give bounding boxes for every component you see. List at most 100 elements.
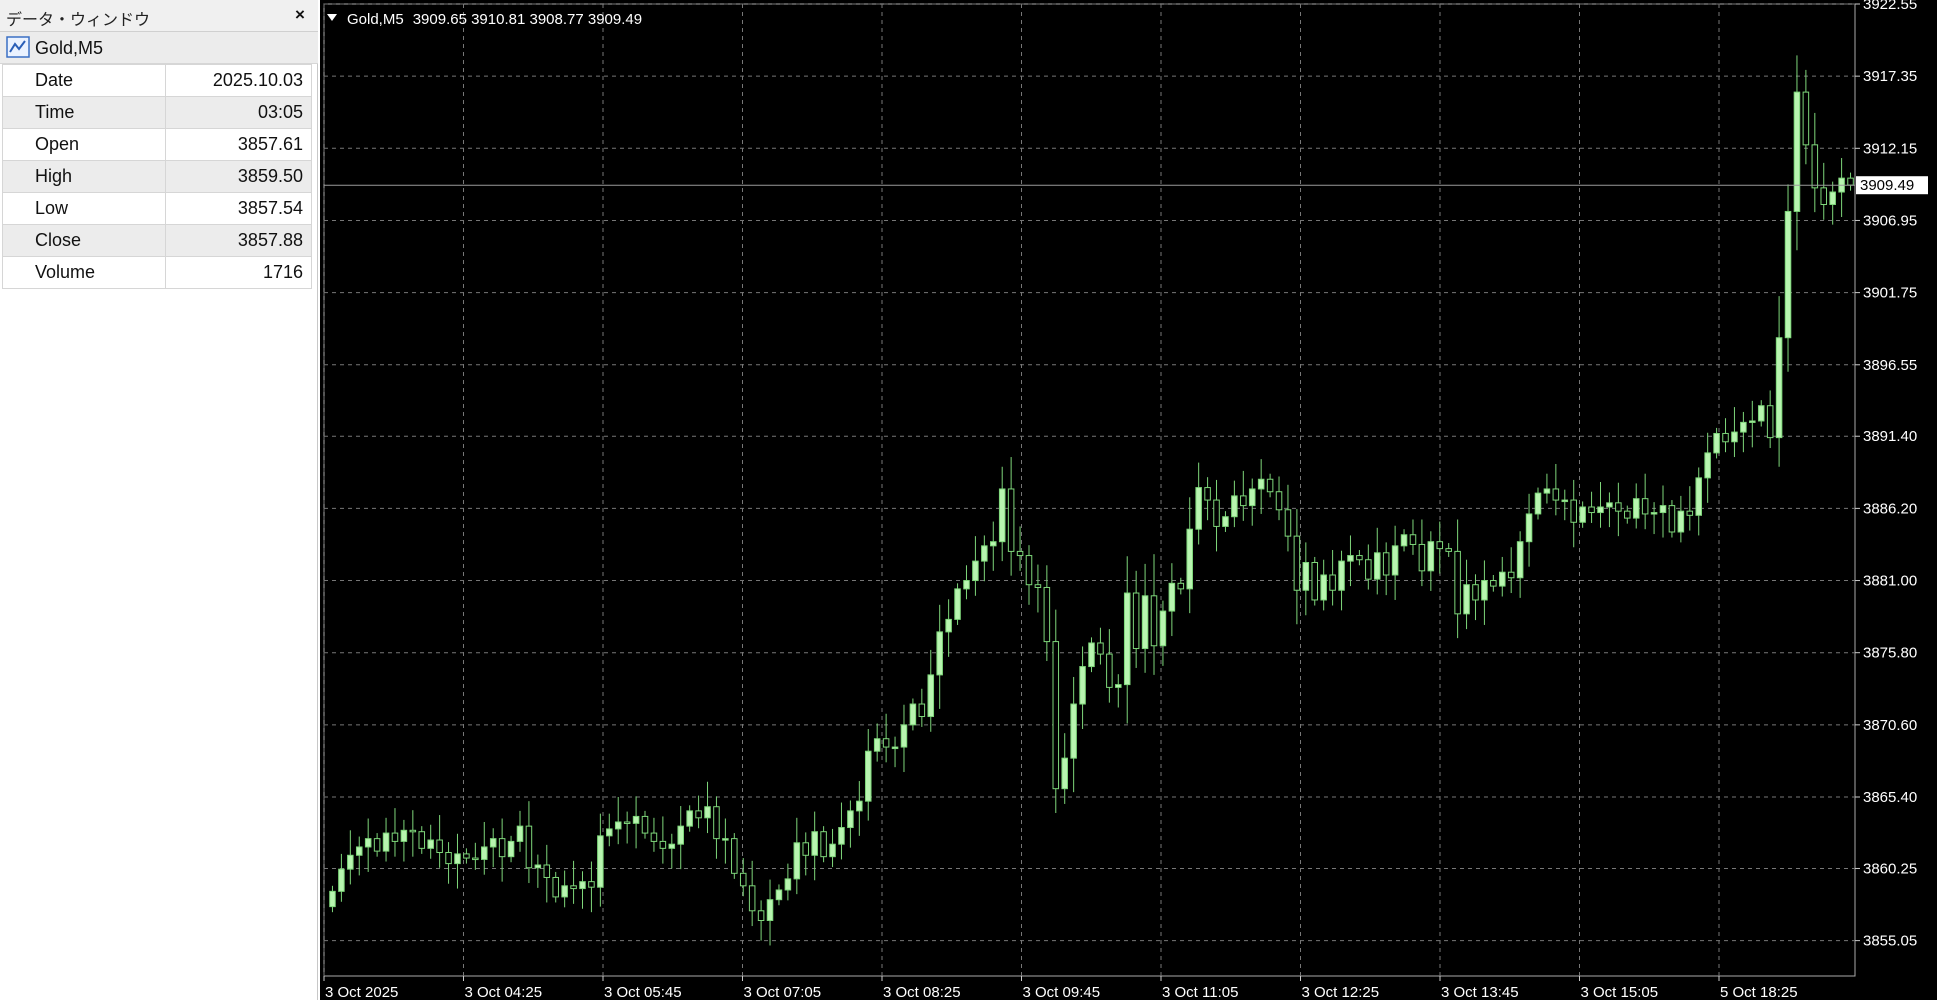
bear-candle-body [498,838,506,858]
bear-candle-body [1284,509,1292,537]
bear-candle-body [436,839,443,854]
bear-candle-body [918,703,926,718]
bear-candle-body [1686,510,1694,516]
bull-candle-body [775,889,783,901]
bull-candle-body [838,827,845,845]
table-row: Low 3857.54 [1,192,312,225]
bull-candle-body [909,703,917,726]
table-row: High 3859.50 [1,160,312,193]
bull-candle-body [981,545,988,562]
bear-candle-body [1507,571,1515,579]
bull-candle-body [507,840,515,858]
bear-candle-body [1668,505,1676,533]
row-label: Date [1,64,167,97]
bear-candle-body [713,806,720,840]
bear-candle-body [1275,491,1283,511]
bull-candle-body [1088,642,1095,668]
bull-candle-body [1713,432,1720,454]
bull-candle-body [811,831,818,856]
bull-candle-body [998,488,1006,543]
row-value: 03:05 [165,96,312,129]
bear-candle-body [1811,144,1819,189]
bull-candle-body [400,829,408,842]
x-tick-label: 3 Oct 15:05 [1581,984,1659,1000]
bull-candle-body [1070,703,1077,759]
bull-candle-body [614,821,622,830]
bull-candle-body [1463,584,1470,615]
row-label: High [1,160,167,193]
bull-candle-body [516,825,524,842]
bull-candle-body [1525,513,1533,543]
chart-icon [6,36,30,58]
bear-candle-body [1490,580,1497,587]
row-label: Low [1,192,167,225]
bear-candle-body [1382,552,1390,576]
bull-candle-body [1373,552,1381,580]
bull-candle-body [561,885,568,898]
bull-candle-body [1579,506,1586,523]
y-tick-label: 3891.40 [1863,428,1917,445]
bear-candle-body [373,838,381,852]
row-label: Close [1,224,167,257]
bull-candle-body [1427,541,1435,572]
bull-candle-body [1704,452,1711,479]
bull-candle-body [1650,512,1658,515]
bear-candle-body [882,738,890,748]
chart-ohlc-readout: 3909.65 3910.81 3908.77 3909.49 [413,11,642,28]
close-icon[interactable]: × [290,4,310,26]
bear-candle-body [748,885,756,912]
bull-candle-body [1168,582,1176,612]
y-tick-label: 3896.55 [1863,357,1917,374]
bear-candle-body [1802,91,1810,146]
bull-candle-body [722,838,729,841]
row-value: 3857.61 [165,128,312,161]
bear-candle-body [552,876,559,898]
table-row: Time 03:05 [1,96,312,129]
data-window-panel: データ・ウィンドウ × Gold,M5 Date 2025.10.03 Time… [0,0,318,1000]
bull-candle-body [1347,555,1354,562]
bear-candle-body [695,810,702,819]
collapse-triangle-icon[interactable] [327,14,337,21]
x-tick-label: 5 Oct 18:25 [1720,984,1798,1000]
bear-candle-body [802,842,810,856]
symbol-row[interactable]: Gold,M5 [0,32,318,64]
bear-candle-body [1177,582,1185,590]
bull-candle-body [864,750,872,802]
bull-candle-body [1775,337,1783,439]
bull-candle-body [1115,684,1122,688]
y-tick-label: 3875.80 [1863,645,1917,662]
bull-candle-body [1731,431,1738,443]
bull-candle-body [329,890,336,908]
bull-candle-body [927,674,935,718]
bear-candle-body [1588,506,1595,514]
data-window-title: データ・ウィンドウ [6,12,151,29]
bull-candle-body [793,842,801,880]
bull-candle-body [1159,610,1167,647]
y-tick-label: 3901.75 [1863,285,1917,302]
data-window-titlebar[interactable]: データ・ウィンドウ × [0,0,318,32]
bull-candle-body [766,899,774,921]
bear-candle-body [1106,653,1113,688]
bear-candle-body [1132,592,1140,650]
bear-candle-body [525,825,533,869]
chart-area[interactable]: 3922.55 3917.35 3912.15 3906.95 3901.75 3896.… [320,0,1937,1000]
y-tick-label: 3855.05 [1863,933,1917,950]
bull-candle-body [1793,91,1801,212]
bear-candle-body [1204,487,1211,501]
bull-candle-body [1543,488,1551,494]
bear-candle-body [1007,488,1015,552]
price-chart[interactable]: 3922.55 3917.35 3912.15 3906.95 3901.75 3896.… [320,0,1937,1000]
bull-candle-body [1534,492,1542,515]
table-row: Open 3857.61 [1,128,312,161]
bull-candle-body [1757,405,1765,422]
bull-candle-body [1248,488,1256,507]
bull-candle-body [338,868,345,892]
bull-candle-body [489,838,497,848]
bear-candle-body [659,840,667,849]
bull-candle-body [454,853,461,865]
bull-candle-body [1695,477,1702,516]
bear-candle-body [1097,642,1104,655]
row-label: Volume [1,256,167,289]
bull-candle-body [1597,506,1604,514]
bull-candle-body [1677,510,1685,533]
